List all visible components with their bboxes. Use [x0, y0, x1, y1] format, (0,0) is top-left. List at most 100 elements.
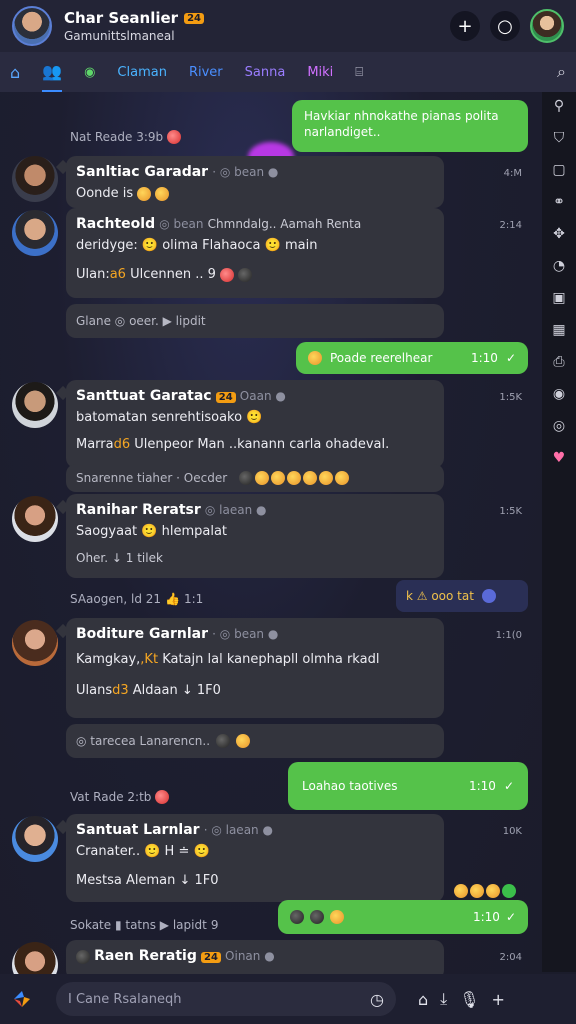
- message-text: Ulans: [76, 683, 113, 698]
- emoji-icon: [330, 910, 344, 924]
- message-card[interactable]: Raen Reratig 24 Oinan ●: [66, 940, 444, 974]
- shield-icon[interactable]: ⛉: [554, 130, 565, 146]
- avatar[interactable]: [12, 156, 58, 202]
- compass-icon[interactable]: ◎: [553, 418, 565, 434]
- status-button[interactable]: ○: [490, 11, 520, 41]
- system-text: Nat Reade 3:9b: [70, 130, 164, 144]
- square-icon[interactable]: ▢: [552, 162, 565, 178]
- message-card[interactable]: Boditure Garnlar · ◎ bean ● Kamgkay,,Kt …: [66, 618, 444, 718]
- record-icon[interactable]: ◉: [553, 386, 565, 402]
- puzzle-icon[interactable]: ✥: [553, 226, 565, 242]
- sender-name[interactable]: Raen Reratig: [94, 948, 197, 964]
- outgoing-message[interactable]: Poade reerelhear 1:10 ✓: [296, 342, 528, 374]
- emoji-icon: [220, 267, 235, 282]
- sender-name[interactable]: Santtuat Garatac: [76, 388, 212, 404]
- message-card[interactable]: Sanltiac Garadar · ◎ bean ● Oonde is: [66, 156, 444, 208]
- message-card[interactable]: Rachteold ◎ bean Chmndalg.. Aamah Renta …: [66, 208, 444, 298]
- avatar[interactable]: [12, 382, 58, 428]
- add-button[interactable]: +: [450, 11, 480, 41]
- check-icon: ✓: [503, 779, 514, 793]
- accent-text: d3: [112, 683, 129, 698]
- outgoing-message[interactable]: Loahao taotives 1:10 ✓: [288, 762, 528, 810]
- profile-avatar[interactable]: [12, 6, 52, 46]
- add-icon[interactable]: +: [492, 990, 505, 1009]
- tab-claman[interactable]: Claman: [117, 52, 167, 92]
- attachment-icon[interactable]: ⌂: [418, 990, 428, 1009]
- emoji-icon: [236, 734, 251, 748]
- message-text: Oonde is: [76, 186, 134, 201]
- pin-icon[interactable]: ⚲: [554, 98, 564, 114]
- message-text: Aldaan ↓ 1F0: [132, 683, 221, 698]
- message-text: batomatan senrehtisoako 🙂: [76, 410, 263, 425]
- thread-text: ◎ tarecea Lanarencn..: [76, 734, 211, 748]
- tab-miki[interactable]: Miki: [307, 52, 333, 92]
- chat-area[interactable]: Havkiar nhnokathe pianas polita narlandi…: [0, 92, 542, 974]
- message-text: Ulenpeor Man ..kanann carla ohadeval.: [134, 437, 390, 452]
- heart-icon[interactable]: ♥: [553, 450, 566, 466]
- timestamp: 1:10: [472, 910, 500, 924]
- tab-river[interactable]: River: [189, 52, 223, 92]
- title-badge: 24: [184, 12, 204, 24]
- app-logo-icon[interactable]: [10, 987, 34, 1011]
- tab-sanna[interactable]: Sanna: [245, 52, 286, 92]
- emoji-icon: [454, 884, 468, 898]
- clock-icon[interactable]: ◔: [553, 258, 565, 274]
- message-input[interactable]: I Cane Rsalaneqh ◷: [56, 982, 396, 1016]
- microphone-icon[interactable]: 🎙: [459, 990, 479, 1009]
- thread-footer[interactable]: Snarenne tiaher · Oecder: [66, 464, 444, 492]
- message-card[interactable]: Ranihar Reratsr ◎ laean ● Saogyaat 🙂 hle…: [66, 494, 444, 578]
- message-card[interactable]: Santuat Larnlar · ◎ laean ● Cranater.. 🙂…: [66, 814, 444, 902]
- search-icon[interactable]: ⌕: [557, 62, 566, 82]
- chat-title-block: Char Seanlier 24 Gamunittslmaneal: [64, 9, 204, 43]
- input-placeholder: I Cane Rsalaneqh: [68, 991, 182, 1007]
- emoji-icon: [137, 186, 152, 201]
- emoji-icon: [290, 910, 304, 924]
- sender-name[interactable]: Sanltiac Garadar: [76, 164, 208, 180]
- emoji-icon: [76, 949, 90, 964]
- tab-globe[interactable]: ◉: [84, 52, 95, 92]
- thread-footer[interactable]: Glane ◎ oeer. ▶ lipdit: [66, 304, 444, 338]
- user-avatar[interactable]: [530, 9, 564, 43]
- sender-name[interactable]: Boditure Garnlar: [76, 626, 208, 642]
- system-line: Sokate ▮ tatns ▶ lapidt 9: [70, 918, 218, 932]
- emoji-icon: [502, 884, 516, 898]
- avatar[interactable]: [12, 942, 58, 974]
- timestamp: 1:10: [468, 779, 496, 793]
- emoji-icon: [155, 186, 170, 201]
- outgoing-message[interactable]: Havkiar nhnokathe pianas polita narlandi…: [292, 100, 528, 152]
- tab-more[interactable]: ⌸: [355, 52, 363, 92]
- emoji-icon: [303, 471, 318, 485]
- sender-name[interactable]: Santuat Larnlar: [76, 822, 200, 838]
- message-text: Mestsa Aleman ↓ 1F0: [76, 873, 219, 888]
- emoji-icon: [310, 910, 324, 924]
- composer-bar: I Cane Rsalaneqh ◷ ⌂ ⤓ 🎙 +: [0, 974, 576, 1024]
- upload-icon[interactable]: ⤓: [440, 989, 447, 1009]
- reaction-strip[interactable]: k ⚠ ooo tat: [396, 580, 528, 612]
- message-card[interactable]: Santtuat Garatac 24 Oaan ● batomatan sen…: [66, 380, 444, 468]
- timer-icon[interactable]: ◷: [370, 990, 384, 1009]
- accent-text: d6: [113, 437, 131, 452]
- tab-people[interactable]: 👥: [42, 52, 63, 92]
- emoji-icon: [470, 884, 484, 898]
- grid-icon[interactable]: ▦: [552, 322, 565, 338]
- avatar[interactable]: [12, 496, 58, 542]
- sender-name[interactable]: Rachteold: [76, 216, 155, 232]
- outgoing-message[interactable]: 1:10 ✓: [278, 900, 528, 934]
- link-icon[interactable]: ⚭: [553, 194, 565, 210]
- home-icon[interactable]: ⌂: [10, 63, 20, 82]
- avatar[interactable]: [12, 620, 58, 666]
- calendar-icon[interactable]: ▣: [552, 290, 565, 306]
- thread-footer[interactable]: ◎ tarecea Lanarencn..: [66, 724, 444, 758]
- avatar[interactable]: [12, 210, 58, 256]
- printer-icon[interactable]: ⎙: [553, 354, 564, 370]
- emoji-icon: [255, 471, 270, 485]
- accent-text: ,Kt: [140, 652, 159, 667]
- reaction-row[interactable]: [239, 471, 350, 485]
- emoji-icon: [308, 351, 322, 365]
- avatar[interactable]: [12, 816, 58, 862]
- count: 1:1: [183, 592, 204, 606]
- sender-name[interactable]: Ranihar Reratsr: [76, 502, 201, 518]
- emoji-icon: [155, 790, 170, 804]
- message-meta: ◎ laean ●: [204, 503, 267, 517]
- reaction-row[interactable]: [454, 884, 516, 898]
